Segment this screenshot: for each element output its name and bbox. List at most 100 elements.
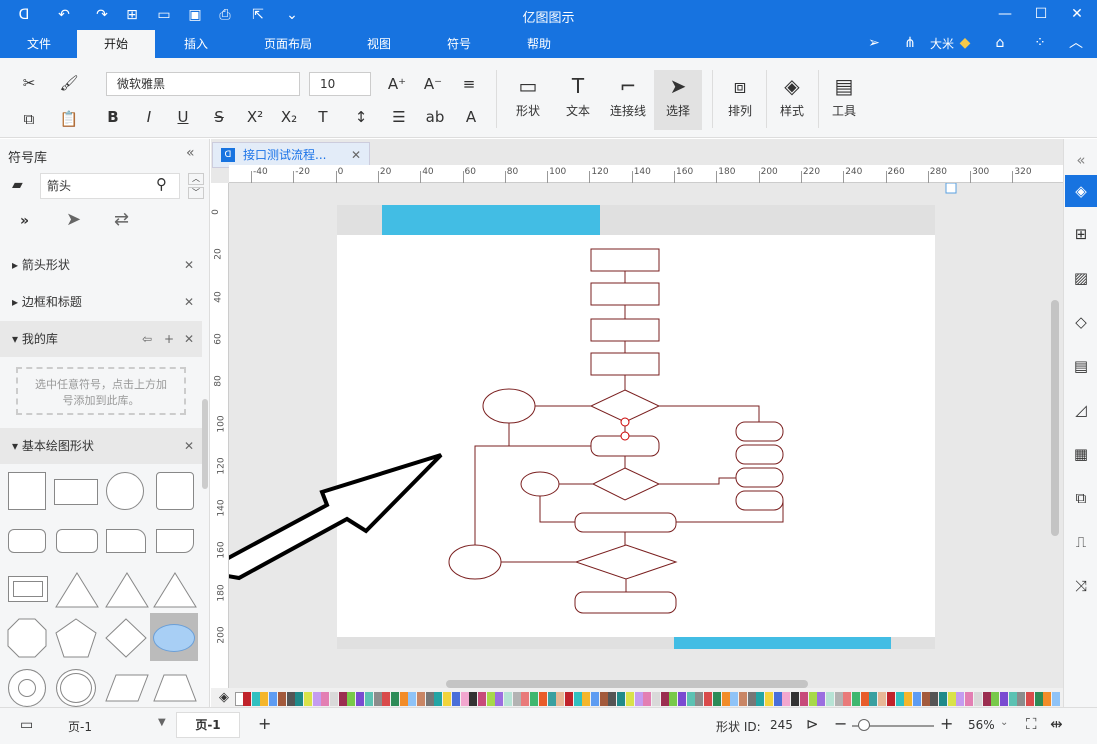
font-color-icon[interactable]: A <box>458 104 484 130</box>
grid-icon[interactable]: ⊞ <box>1068 221 1094 247</box>
shape-snip-rect[interactable] <box>106 529 146 553</box>
text-case-icon[interactable]: ab <box>422 104 448 130</box>
process-box-2[interactable] <box>590 282 660 306</box>
shuffle-icon[interactable]: ⤨ <box>1068 573 1094 599</box>
color-swatch[interactable] <box>382 692 391 706</box>
color-swatch[interactable] <box>999 692 1008 706</box>
section-arrow-shapes[interactable]: ▸ 箭头形状 ✕ <box>0 247 202 283</box>
add-page-icon[interactable]: + <box>258 714 271 733</box>
user-name[interactable]: 大米 <box>930 35 954 52</box>
color-swatch[interactable] <box>477 692 486 706</box>
shape-square[interactable] <box>8 472 46 510</box>
table-icon[interactable]: ▦ <box>1068 441 1094 467</box>
color-swatch[interactable] <box>939 692 947 706</box>
process-box-3[interactable] <box>590 318 660 342</box>
color-swatch[interactable] <box>651 692 660 706</box>
color-swatch[interactable] <box>1034 692 1043 706</box>
color-swatch[interactable] <box>599 692 608 706</box>
superscript-icon[interactable]: X² <box>242 104 268 130</box>
library-scrollbar[interactable] <box>202 399 208 489</box>
color-swatch[interactable] <box>878 692 887 706</box>
color-swatch[interactable] <box>321 692 330 706</box>
color-swatch[interactable] <box>556 692 565 706</box>
color-swatch[interactable] <box>356 692 365 706</box>
arrange-button[interactable]: ⧈ 排列 <box>716 70 764 119</box>
expand-panel-icon[interactable]: « <box>1068 147 1094 173</box>
tab-symbols[interactable]: 符号 <box>436 30 482 58</box>
color-swatch[interactable] <box>1026 692 1034 706</box>
color-swatch[interactable] <box>791 692 800 706</box>
terminal-r2[interactable] <box>735 444 784 465</box>
zoom-in-icon[interactable]: + <box>940 714 953 733</box>
arrow-send-icon[interactable]: ➤ <box>66 209 81 230</box>
section-basic-shapes[interactable]: ▾ 基本绘图形状 ✕ <box>0 428 202 464</box>
terminal-r3[interactable] <box>735 467 784 488</box>
shape-round-corner-rect[interactable] <box>156 529 194 553</box>
process-box-1[interactable] <box>590 248 660 272</box>
color-swatch[interactable] <box>269 692 278 706</box>
shrink-font-icon[interactable]: A⁻ <box>420 71 446 97</box>
color-swatch[interactable] <box>460 692 469 706</box>
color-swatch[interactable] <box>617 692 626 706</box>
color-swatch[interactable] <box>486 692 495 706</box>
shape-triangle-3[interactable] <box>152 571 198 609</box>
shape-button[interactable]: ▭ 形状 <box>504 70 552 119</box>
terminal-2[interactable] <box>574 512 677 533</box>
shape-parallelogram[interactable] <box>104 673 150 703</box>
fill-color-icon[interactable]: ◈ <box>219 690 229 705</box>
color-swatch[interactable] <box>530 692 539 706</box>
page-tab[interactable]: 页-1 <box>176 712 240 738</box>
color-swatch[interactable] <box>834 692 843 706</box>
color-swatch[interactable] <box>860 692 869 706</box>
color-swatch[interactable] <box>469 692 478 706</box>
shape-rounded-rect-2[interactable] <box>56 529 98 553</box>
zoom-dropdown-icon[interactable]: ⌄ <box>1000 717 1008 728</box>
tab-file[interactable]: 文件 <box>16 30 62 58</box>
line-spacing-icon[interactable]: ↕ <box>348 104 374 130</box>
color-swatch[interactable] <box>886 692 895 706</box>
section-my-library[interactable]: ▾ 我的库 ⇦ + ✕ <box>0 321 202 357</box>
color-swatch[interactable] <box>721 692 730 706</box>
shape-frame[interactable] <box>8 576 48 602</box>
shape-double-circle[interactable] <box>56 669 96 707</box>
presentation-icon[interactable]: ⎍ <box>1068 529 1094 555</box>
color-swatch[interactable] <box>443 692 452 706</box>
page-icon[interactable]: ▤ <box>1068 353 1094 379</box>
color-swatch[interactable] <box>747 692 756 706</box>
close-section-icon[interactable]: ✕ <box>184 247 194 283</box>
color-swatch[interactable] <box>303 692 312 706</box>
color-swatch[interactable] <box>295 692 304 706</box>
style-button[interactable]: ◈ 样式 <box>768 70 816 119</box>
close-section-icon[interactable]: ✕ <box>184 428 194 464</box>
shape-circle[interactable] <box>106 472 144 510</box>
color-swatch[interactable] <box>1043 692 1052 706</box>
text-button[interactable]: T 文本 <box>554 70 602 119</box>
color-swatch[interactable] <box>408 692 417 706</box>
cut-icon[interactable]: ✂ <box>16 70 42 96</box>
theme-icon[interactable]: ⌂ <box>990 34 1010 52</box>
color-swatch[interactable] <box>712 692 721 706</box>
shape-triangle[interactable] <box>54 571 100 609</box>
page-dropdown-icon[interactable]: ▼ <box>158 717 166 728</box>
color-swatch[interactable] <box>260 692 269 706</box>
color-swatch[interactable] <box>799 692 808 706</box>
tab-page-layout[interactable]: 页面布局 <box>256 30 320 58</box>
subscript-icon[interactable]: X₂ <box>276 104 302 130</box>
color-swatch[interactable] <box>495 692 504 706</box>
paste-icon[interactable]: 📋 <box>56 106 82 132</box>
color-swatch[interactable] <box>765 692 773 706</box>
send-icon[interactable]: ➢ <box>864 34 884 52</box>
color-swatch[interactable] <box>869 692 878 706</box>
color-swatch[interactable] <box>591 692 599 706</box>
tab-home[interactable]: 开始 <box>77 30 155 58</box>
color-swatch[interactable] <box>782 692 791 706</box>
tab-help[interactable]: 帮助 <box>516 30 562 58</box>
color-swatch[interactable] <box>704 692 713 706</box>
color-swatch[interactable] <box>1052 692 1061 706</box>
shape-rounded-square[interactable] <box>156 472 194 510</box>
terminal-r1[interactable] <box>735 421 784 442</box>
shape-trapezoid[interactable] <box>152 673 198 703</box>
color-swatch[interactable] <box>1008 692 1017 706</box>
process-box-4[interactable] <box>590 352 660 376</box>
color-swatch[interactable] <box>521 692 530 706</box>
